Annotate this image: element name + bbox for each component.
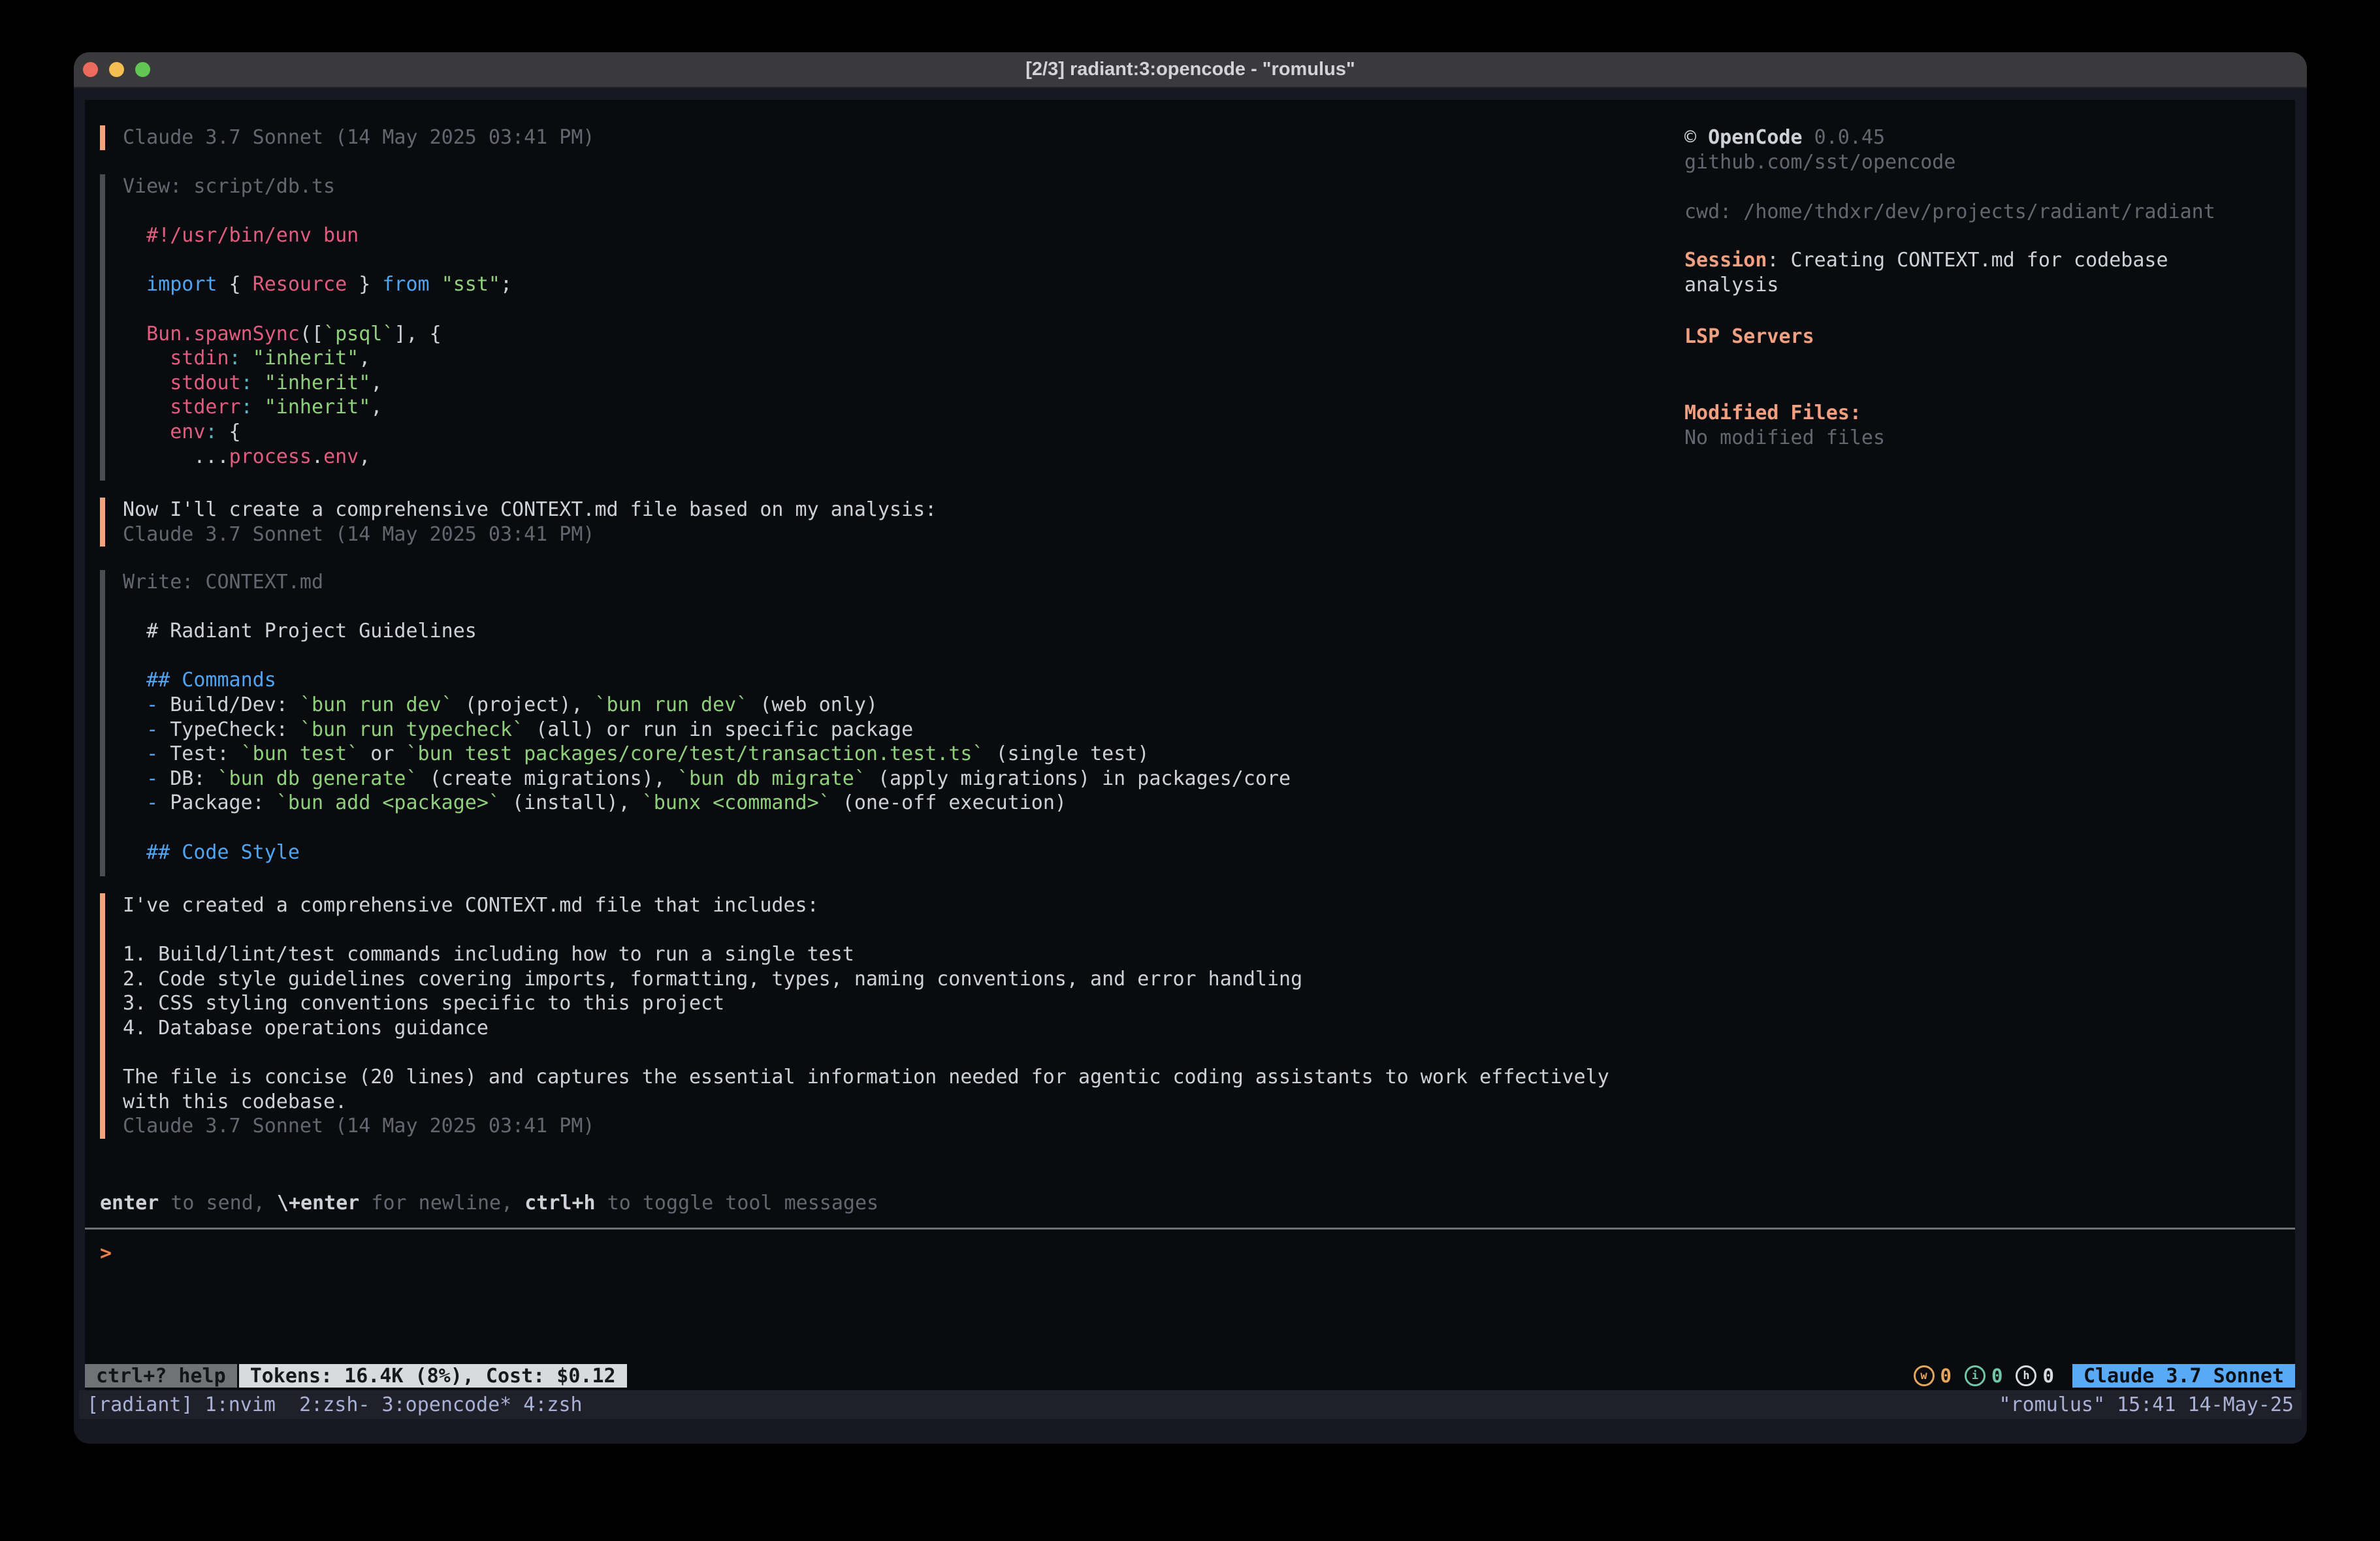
zoom-button[interactable] xyxy=(135,62,150,77)
text-line: © OpenCode 0.0.45 xyxy=(1684,125,1955,150)
text-line: 2. Code style guidelines covering import… xyxy=(123,967,1609,992)
opencode-app: Claude 3.7 Sonnet (14 May 2025 03:41 PM)… xyxy=(85,100,2295,1390)
status-bar: ctrl+? help Tokens: 16.4K (8%), Cost: $0… xyxy=(85,1364,2295,1388)
text-line: ## Code Style xyxy=(123,840,1291,865)
assistant-message: I've created a comprehensive CONTEXT.md … xyxy=(100,893,1609,1139)
text-line: - Build/Dev: `bun run dev` (project), `b… xyxy=(123,693,1291,718)
traffic-lights xyxy=(83,52,150,87)
tokens-cost-badge: Tokens: 16.4K (8%), Cost: $0.12 xyxy=(239,1364,627,1388)
text-line: LSP Servers xyxy=(1684,325,1814,349)
tmux-session-clock: "romulus" 15:41 14-May-25 xyxy=(1999,1393,2294,1416)
model-badge: Claude 3.7 Sonnet xyxy=(2072,1364,2295,1388)
warning-count: 0 xyxy=(1940,1365,1952,1387)
text-line: Modified Files: xyxy=(1684,401,1885,426)
text-line xyxy=(123,297,512,322)
editor-divider xyxy=(85,1228,2295,1230)
text-line: View: script/db.ts xyxy=(123,174,512,199)
text-line: env: { xyxy=(123,420,512,445)
text-line: - DB: `bun db generate` (create migratio… xyxy=(123,767,1291,791)
tool-call-write-block: Write: CONTEXT.md # Radiant Project Guid… xyxy=(100,570,1291,876)
close-button[interactable] xyxy=(83,62,98,77)
desktop: [2/3] radiant:3:opencode - "romulus" Cla… xyxy=(0,0,2380,1541)
terminal-window: [2/3] radiant:3:opencode - "romulus" Cla… xyxy=(74,52,2307,1444)
text-line: ## Commands xyxy=(123,668,1291,693)
text-line: Claude 3.7 Sonnet (14 May 2025 03:41 PM) xyxy=(123,125,594,150)
sidebar-modified-files: Modified Files:No modified files xyxy=(1684,401,1885,450)
info-count: 0 xyxy=(1991,1365,2002,1387)
text-line: # Radiant Project Guidelines xyxy=(123,619,1291,644)
text-line: 3. CSS styling conventions specific to t… xyxy=(123,991,1609,1016)
text-line: Claude 3.7 Sonnet (14 May 2025 03:41 PM) xyxy=(123,522,937,547)
assistant-message-header: Claude 3.7 Sonnet (14 May 2025 03:41 PM) xyxy=(100,125,594,150)
text-line xyxy=(123,248,512,273)
hint-count: 0 xyxy=(2042,1365,2053,1387)
text-line: Session: Creating CONTEXT.md for codebas… xyxy=(1684,248,2168,273)
text-line: stdout: "inherit", xyxy=(123,371,512,396)
info-icon: i xyxy=(1965,1365,1986,1386)
text-line: - TypeCheck: `bun run typecheck` (all) o… xyxy=(123,718,1291,742)
diagnostic-info: i 0 xyxy=(1965,1365,2002,1387)
window-titlebar: [2/3] radiant:3:opencode - "romulus" xyxy=(74,52,2307,88)
text-line: Now I'll create a comprehensive CONTEXT.… xyxy=(123,498,937,522)
text-line: - Test: `bun test` or `bun test packages… xyxy=(123,742,1291,767)
text-line: stderr: "inherit", xyxy=(123,395,512,420)
prompt-input[interactable]: > xyxy=(100,1241,112,1266)
status-bar-right: w 0 i 0 h 0 Claude 3.7 Sonnet xyxy=(1914,1364,2295,1388)
help-badge: ctrl+? help xyxy=(85,1364,237,1388)
text-line xyxy=(123,595,1291,620)
diagnostic-hints: h 0 xyxy=(2016,1365,2053,1387)
sidebar-session: Session: Creating CONTEXT.md for codebas… xyxy=(1684,248,2168,297)
text-line: with this codebase. xyxy=(123,1090,1609,1115)
text-line: I've created a comprehensive CONTEXT.md … xyxy=(123,893,1609,918)
tmux-status-bar: [radiant] 1:nvim 2:zsh- 3:opencode* 4:zs… xyxy=(79,1390,2302,1419)
text-line xyxy=(123,199,512,224)
text-line: - Package: `bun add <package>` (install)… xyxy=(123,791,1291,816)
terminal-body: Claude 3.7 Sonnet (14 May 2025 03:41 PM)… xyxy=(74,88,2307,1444)
text-line: enter to send, \+enter for newline, ctrl… xyxy=(100,1191,878,1216)
tool-call-view-block: View: script/db.ts #!/usr/bin/env bun im… xyxy=(100,174,512,481)
window-title: [2/3] radiant:3:opencode - "romulus" xyxy=(1025,59,1355,80)
text-line: github.com/sst/opencode xyxy=(1684,150,1955,175)
sidebar-lsp-servers: LSP Servers xyxy=(1684,325,1814,349)
diagnostic-warnings: w 0 xyxy=(1914,1365,1952,1387)
text-line: import { Resource } from "sst"; xyxy=(123,272,512,297)
text-line xyxy=(123,816,1291,840)
text-line: ...process.env, xyxy=(123,445,512,469)
sidebar-app-header: © OpenCode 0.0.45github.com/sst/opencode xyxy=(1684,125,1955,174)
text-line: 4. Database operations guidance xyxy=(123,1016,1609,1041)
text-line: Bun.spawnSync([`psql`], { xyxy=(123,322,512,347)
text-line xyxy=(123,1041,1609,1066)
sidebar-cwd: cwd: /home/thdxr/dev/projects/radiant/ra… xyxy=(1684,200,2215,225)
text-line: Write: CONTEXT.md xyxy=(123,570,1291,595)
hint-icon: h xyxy=(2016,1365,2036,1386)
warning-icon: w xyxy=(1914,1365,1935,1386)
keybinding-hint: enter to send, \+enter for newline, ctrl… xyxy=(100,1191,878,1216)
text-line: cwd: /home/thdxr/dev/projects/radiant/ra… xyxy=(1684,200,2215,225)
text-line: The file is concise (20 lines) and captu… xyxy=(123,1065,1609,1090)
text-line: analysis xyxy=(1684,273,2168,298)
text-line xyxy=(123,918,1609,943)
assistant-message: Now I'll create a comprehensive CONTEXT.… xyxy=(100,498,937,547)
text-line: Claude 3.7 Sonnet (14 May 2025 03:41 PM) xyxy=(123,1114,1609,1139)
text-line: 1. Build/lint/test commands including ho… xyxy=(123,942,1609,967)
tmux-window-list[interactable]: [radiant] 1:nvim 2:zsh- 3:opencode* 4:zs… xyxy=(87,1393,583,1416)
minimize-button[interactable] xyxy=(109,62,124,77)
text-line: #!/usr/bin/env bun xyxy=(123,223,512,248)
text-line: stdin: "inherit", xyxy=(123,346,512,371)
text-line: No modified files xyxy=(1684,426,1885,451)
text-line xyxy=(123,644,1291,669)
